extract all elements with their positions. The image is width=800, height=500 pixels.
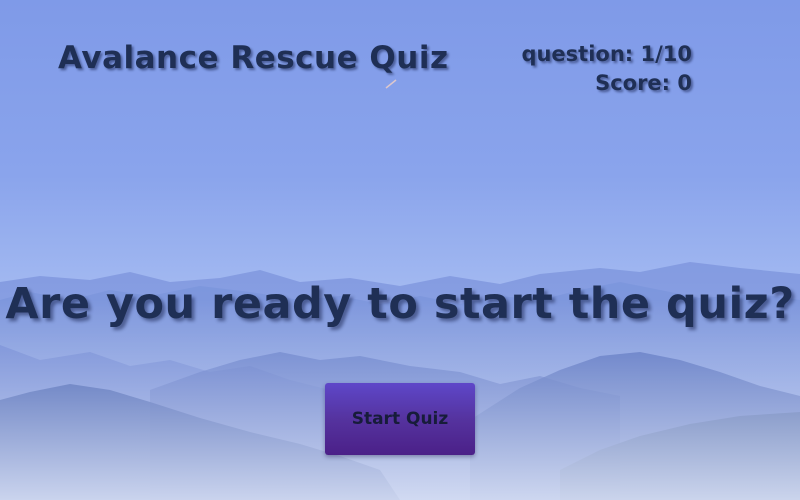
quiz-title: Avalance Rescue Quiz: [58, 40, 449, 76]
quiz-stats: question: 1/10 Score: 0: [521, 40, 692, 98]
quiz-screen: Avalance Rescue Quiz question: 1/10 Scor…: [0, 0, 800, 500]
start-quiz-button[interactable]: Start Quiz: [325, 383, 475, 455]
ready-prompt: Are you ready to start the quiz?: [5, 279, 795, 329]
question-counter: question: 1/10: [521, 42, 692, 66]
score-display: Score: 0: [595, 71, 692, 95]
